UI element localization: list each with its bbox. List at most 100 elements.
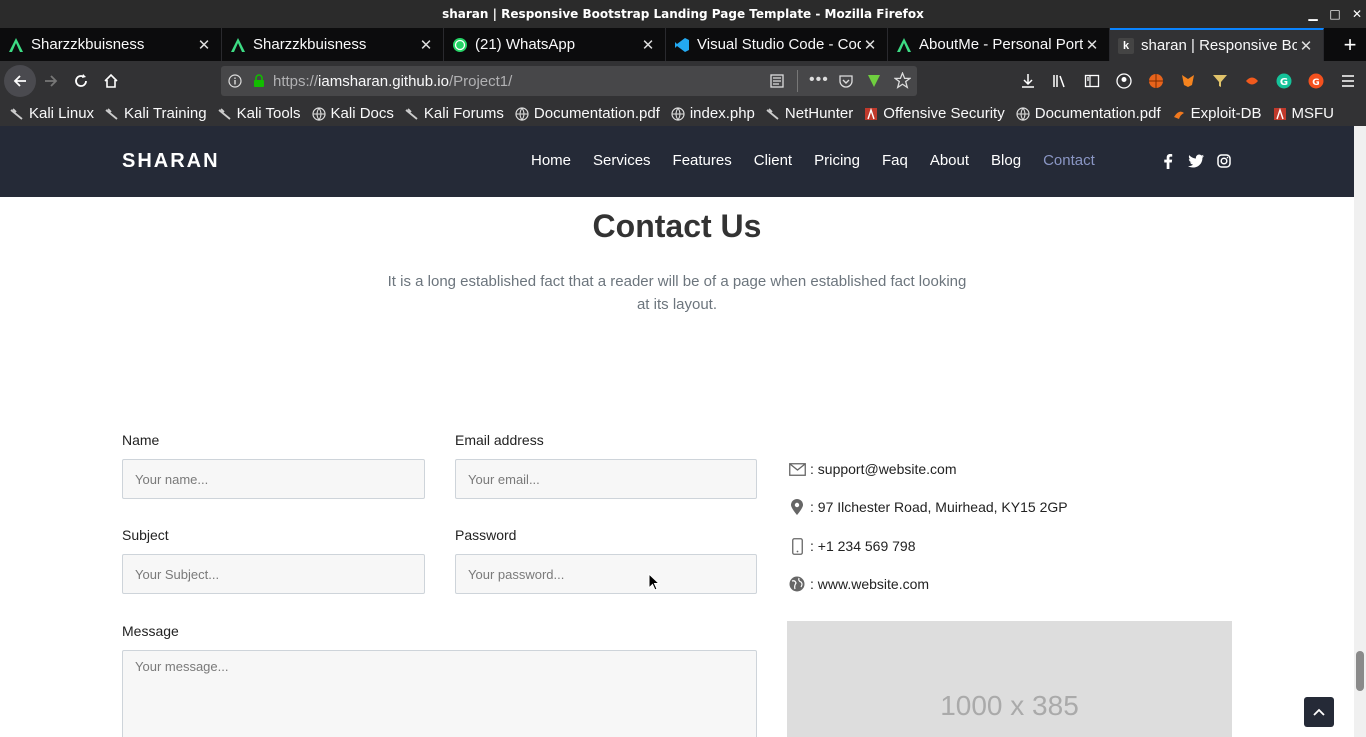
close-tab-icon[interactable]: ✕ xyxy=(1297,37,1315,55)
account-icon[interactable] xyxy=(1112,69,1136,93)
bookmark-label: Kali Forums xyxy=(423,105,504,122)
site-navbar: SHARAN Home Services Features Client Pri… xyxy=(0,126,1354,197)
message-textarea[interactable] xyxy=(122,650,757,737)
kali-dragon-icon xyxy=(405,107,419,121)
close-tab-icon[interactable]: ✕ xyxy=(639,36,657,54)
menu-pricing[interactable]: Pricing xyxy=(814,152,860,169)
url-domain: iamsharan.github.io xyxy=(318,72,449,90)
menu-contact[interactable]: Contact xyxy=(1043,152,1095,169)
bookmark-documentation-pdf-2[interactable]: Documentation.pdf xyxy=(1016,105,1161,122)
bookmark-offensive-security[interactable]: Offensive Security xyxy=(864,105,1005,122)
tab-sharzzkbuisness-1[interactable]: Sharzzkbuisness ✕ xyxy=(0,28,222,61)
page-scrollbar[interactable] xyxy=(1354,126,1366,737)
close-tab-icon[interactable]: ✕ xyxy=(195,36,213,54)
bookmark-exploit-db[interactable]: Exploit-DB xyxy=(1172,105,1262,122)
tab-label: Sharzzkbuisness xyxy=(31,36,145,53)
bookmark-label: Kali Docs xyxy=(330,105,394,122)
bookmark-index-php[interactable]: index.php xyxy=(671,105,755,122)
url-bar[interactable]: https://iamsharan.github.io/Project1/ ••… xyxy=(221,66,917,96)
android-studio-icon xyxy=(230,37,246,53)
info-email-text[interactable]: : support@website.com xyxy=(810,461,957,477)
menu-blog[interactable]: Blog xyxy=(991,152,1021,169)
pocket-icon[interactable] xyxy=(838,73,854,93)
close-window-icon[interactable]: ✕ xyxy=(1346,0,1366,28)
password-label: Password xyxy=(455,527,517,543)
forward-icon[interactable] xyxy=(36,66,66,96)
bookmark-kali-training[interactable]: Kali Training xyxy=(105,105,207,122)
menu-home[interactable]: Home xyxy=(531,152,571,169)
google-plus-icon[interactable]: G xyxy=(1304,69,1328,93)
home-icon[interactable] xyxy=(96,66,126,96)
close-tab-icon[interactable]: ✕ xyxy=(417,36,435,54)
tab-sharan-active[interactable]: k sharan | Responsive Boo ✕ xyxy=(1110,28,1324,61)
extension-basketball-icon[interactable] xyxy=(1144,69,1168,93)
scroll-to-top-button[interactable] xyxy=(1304,697,1334,727)
bookmark-kali-linux[interactable]: Kali Linux xyxy=(10,105,94,122)
reload-icon[interactable] xyxy=(66,66,96,96)
window-title: sharan | Responsive Bootstrap Landing Pa… xyxy=(442,7,924,21)
tab-aboutme[interactable]: AboutMe - Personal Port ✕ xyxy=(888,28,1110,61)
subject-label: Subject xyxy=(122,527,169,543)
bookmark-star-icon[interactable] xyxy=(893,71,912,93)
bookmarks-bar: Kali Linux Kali Training Kali Tools Kali… xyxy=(0,101,1366,126)
twitter-icon[interactable] xyxy=(1188,153,1204,169)
bookmark-nethunter[interactable]: NetHunter xyxy=(766,105,853,122)
info-phone-text[interactable]: : +1 234 569 798 xyxy=(810,538,916,554)
extension-funnel-icon[interactable] xyxy=(1208,69,1232,93)
bookmark-kali-docs[interactable]: Kali Docs xyxy=(311,105,394,122)
kali-dragon-icon xyxy=(10,107,24,121)
menu-client[interactable]: Client xyxy=(754,152,792,169)
url-path: /Project1/ xyxy=(448,72,513,90)
tab-vscode[interactable]: Visual Studio Code - Cod ✕ xyxy=(666,28,888,61)
tab-whatsapp[interactable]: (21) WhatsApp ✕ xyxy=(444,28,666,61)
instagram-icon[interactable] xyxy=(1216,153,1232,169)
kali-dragon-icon xyxy=(218,107,232,121)
scrollbar-thumb[interactable] xyxy=(1356,651,1364,691)
shield-icon[interactable] xyxy=(866,73,882,93)
menu-faq[interactable]: Faq xyxy=(882,152,908,169)
download-icon[interactable] xyxy=(1016,69,1040,93)
bookmark-kali-forums[interactable]: Kali Forums xyxy=(405,105,504,122)
back-icon[interactable] xyxy=(4,65,36,97)
minimize-icon[interactable]: ▁ xyxy=(1302,0,1324,28)
maximize-icon[interactable]: □ xyxy=(1324,0,1346,28)
menu-services[interactable]: Services xyxy=(593,152,651,169)
tab-label: sharan | Responsive Boo xyxy=(1141,37,1297,54)
chevron-up-icon xyxy=(1313,708,1325,716)
menu-about[interactable]: About xyxy=(930,152,969,169)
name-input[interactable] xyxy=(122,459,425,499)
info-icon[interactable] xyxy=(221,74,249,88)
mouse-cursor xyxy=(648,572,661,596)
bookmark-documentation-pdf[interactable]: Documentation.pdf xyxy=(515,105,660,122)
bookmark-label: Documentation.pdf xyxy=(533,105,660,122)
bookmark-label: index.php xyxy=(689,105,755,122)
extension-fish-icon[interactable] xyxy=(1240,69,1264,93)
url-text[interactable]: https://iamsharan.github.io/Project1/ xyxy=(273,73,512,90)
close-tab-icon[interactable]: ✕ xyxy=(861,36,879,54)
bookmark-kali-tools[interactable]: Kali Tools xyxy=(218,105,301,122)
lock-icon xyxy=(249,74,269,88)
new-tab-icon[interactable]: + xyxy=(1334,28,1366,61)
facebook-icon[interactable] xyxy=(1160,153,1176,169)
page-actions-icon[interactable]: ••• xyxy=(809,71,829,89)
bookmark-msfu[interactable]: MSFU xyxy=(1273,105,1334,122)
bookmark-label: Kali Tools xyxy=(236,105,301,122)
menu-features[interactable]: Features xyxy=(673,152,732,169)
bookmark-label: Exploit-DB xyxy=(1190,105,1262,122)
close-tab-icon[interactable]: ✕ xyxy=(1083,36,1101,54)
grammarly-icon[interactable]: G xyxy=(1272,69,1296,93)
library-icon[interactable] xyxy=(1048,69,1072,93)
site-brand[interactable]: SHARAN xyxy=(122,150,220,173)
extension-fox-icon[interactable] xyxy=(1176,69,1200,93)
tab-sharzzkbuisness-2[interactable]: Sharzzkbuisness ✕ xyxy=(222,28,444,61)
email-input[interactable] xyxy=(455,459,757,499)
menu-hamburger-icon[interactable] xyxy=(1336,69,1360,93)
reader-view-icon[interactable] xyxy=(769,73,785,93)
tab-bar: Sharzzkbuisness ✕ Sharzzkbuisness ✕ (21)… xyxy=(0,28,1366,61)
subject-input[interactable] xyxy=(122,554,425,594)
map-pin-icon xyxy=(788,498,806,516)
info-website-text[interactable]: : www.website.com xyxy=(810,576,929,592)
password-input[interactable] xyxy=(455,554,757,594)
sidebar-icon[interactable] xyxy=(1080,69,1104,93)
bookmark-label: Kali Linux xyxy=(29,105,95,122)
